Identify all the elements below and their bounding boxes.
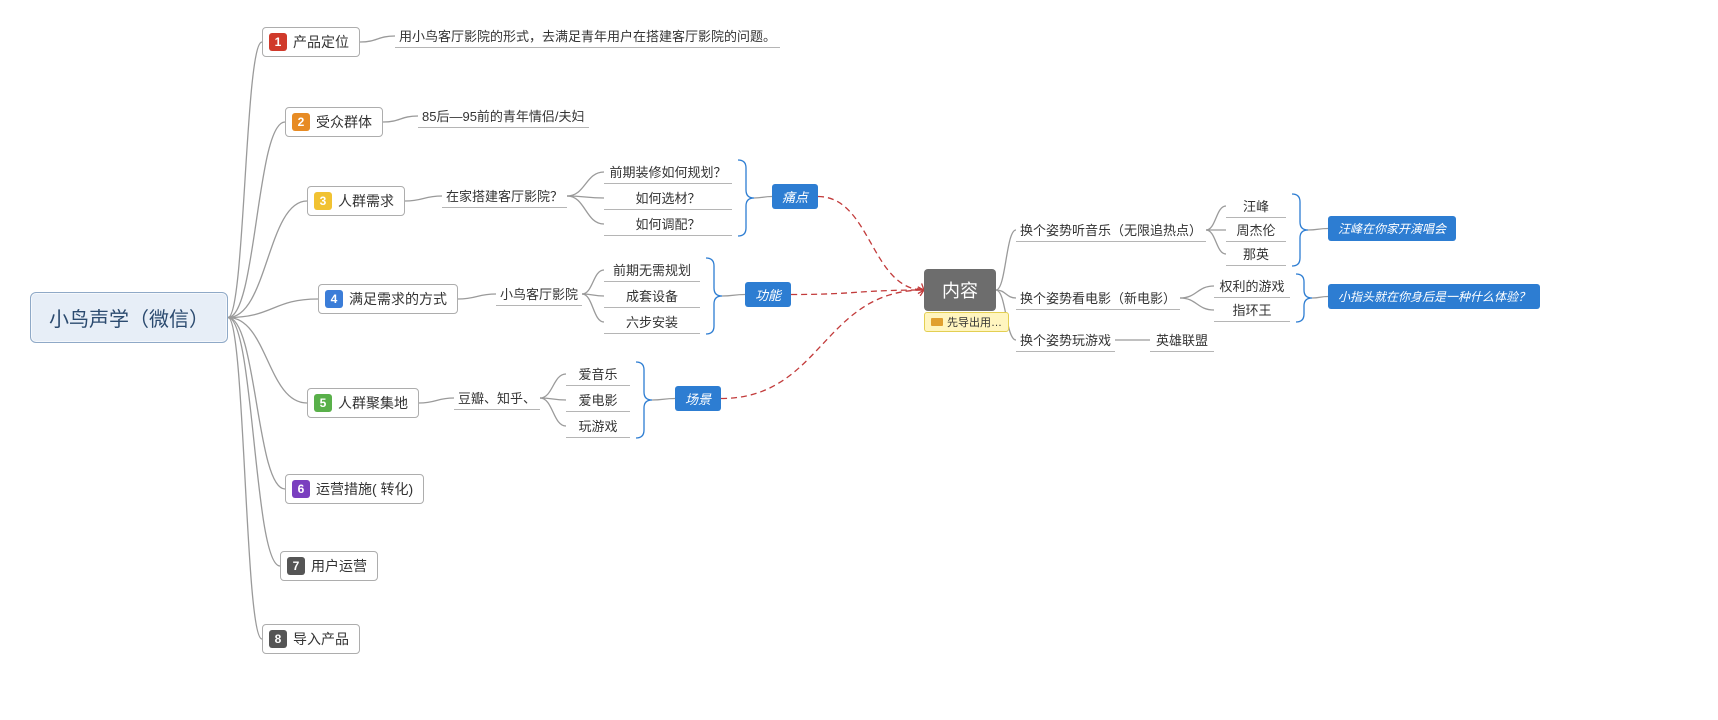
branch-label: 用户运营: [311, 556, 367, 576]
branch-import[interactable]: 8 导入产品: [262, 624, 360, 654]
leaf-solution-sub2: 六步安装: [604, 310, 700, 334]
content-row-music: 换个姿势听音乐（无限追热点）: [1016, 218, 1206, 242]
branch-audience[interactable]: 2 受众群体: [285, 107, 383, 137]
leaf-solution-sub1: 成套设备: [604, 284, 700, 308]
content-row-movie: 换个姿势看电影（新电影）: [1016, 286, 1180, 310]
badge-5: 5: [314, 394, 332, 412]
leaf-positioning-desc: 用小鸟客厅影院的形式，去满足青年用户在搭建客厅影院的问题。: [395, 24, 780, 48]
branch-label: 人群聚集地: [338, 393, 408, 413]
tag-feature[interactable]: 功能: [745, 282, 791, 307]
branch-gathering[interactable]: 5 人群聚集地: [307, 388, 419, 418]
tag-pain[interactable]: 痛点: [772, 184, 818, 209]
branch-user-ops[interactable]: 7 用户运营: [280, 551, 378, 581]
content-row-game: 换个姿势玩游戏: [1016, 328, 1115, 352]
leaf-gathering-sub1: 爱电影: [566, 388, 630, 412]
leaf-solution-sub0: 前期无需规划: [604, 258, 700, 282]
branch-label: 满足需求的方式: [349, 289, 447, 309]
content-row-movie-note[interactable]: 小指头就在你身后是一种什么体验？: [1328, 284, 1540, 309]
branch-label: 导入产品: [293, 629, 349, 649]
leaf-needs-sub0: 前期装修如何规划？: [604, 160, 732, 184]
badge-2: 2: [292, 113, 310, 131]
content-annotation[interactable]: 先导出用…: [924, 312, 1009, 332]
branch-product-positioning[interactable]: 1 产品定位: [262, 27, 360, 57]
badge-6: 6: [292, 480, 310, 498]
branch-needs[interactable]: 3 人群需求: [307, 186, 405, 216]
content-row-music-note[interactable]: 汪峰在你家开演唱会: [1328, 216, 1456, 241]
leaf-audience-desc: 85后—95前的青年情侣/夫妇: [418, 104, 589, 128]
badge-8: 8: [269, 630, 287, 648]
tag-scene[interactable]: 场景: [675, 386, 721, 411]
leaf-needs-sub1: 如何选材？: [604, 186, 732, 210]
branch-label: 受众群体: [316, 112, 372, 132]
content-row-music-sub1: 周杰伦: [1226, 218, 1286, 242]
content-row-movie-sub0: 权利的游戏: [1214, 274, 1290, 298]
leaf-solution-mid: 小鸟客厅影院: [496, 282, 582, 306]
badge-4: 4: [325, 290, 343, 308]
badge-1: 1: [269, 33, 287, 51]
content-row-music-sub0: 汪峰: [1226, 194, 1286, 218]
branch-label: 人群需求: [338, 191, 394, 211]
leaf-gathering-mid: 豆瓣、知乎、: [454, 386, 540, 410]
leaf-needs-mid: 在家搭建客厅影院？: [442, 184, 567, 208]
leaf-needs-sub2: 如何调配？: [604, 212, 732, 236]
content-row-game-sub: 英雄联盟: [1150, 328, 1214, 352]
content-hub[interactable]: 内容: [924, 269, 996, 311]
branch-label: 产品定位: [293, 32, 349, 52]
root-node[interactable]: 小鸟声学（微信）: [30, 292, 228, 343]
content-row-movie-sub1: 指环王: [1214, 298, 1290, 322]
branch-solution[interactable]: 4 满足需求的方式: [318, 284, 458, 314]
branch-label: 运营措施( 转化): [316, 479, 413, 499]
leaf-gathering-sub2: 玩游戏: [566, 414, 630, 438]
content-row-music-sub2: 那英: [1226, 242, 1286, 266]
badge-7: 7: [287, 557, 305, 575]
note-icon: [931, 318, 943, 326]
leaf-gathering-sub0: 爱音乐: [566, 362, 630, 386]
badge-3: 3: [314, 192, 332, 210]
branch-operations[interactable]: 6 运营措施( 转化): [285, 474, 424, 504]
annotation-text: 先导出用…: [947, 314, 1002, 330]
